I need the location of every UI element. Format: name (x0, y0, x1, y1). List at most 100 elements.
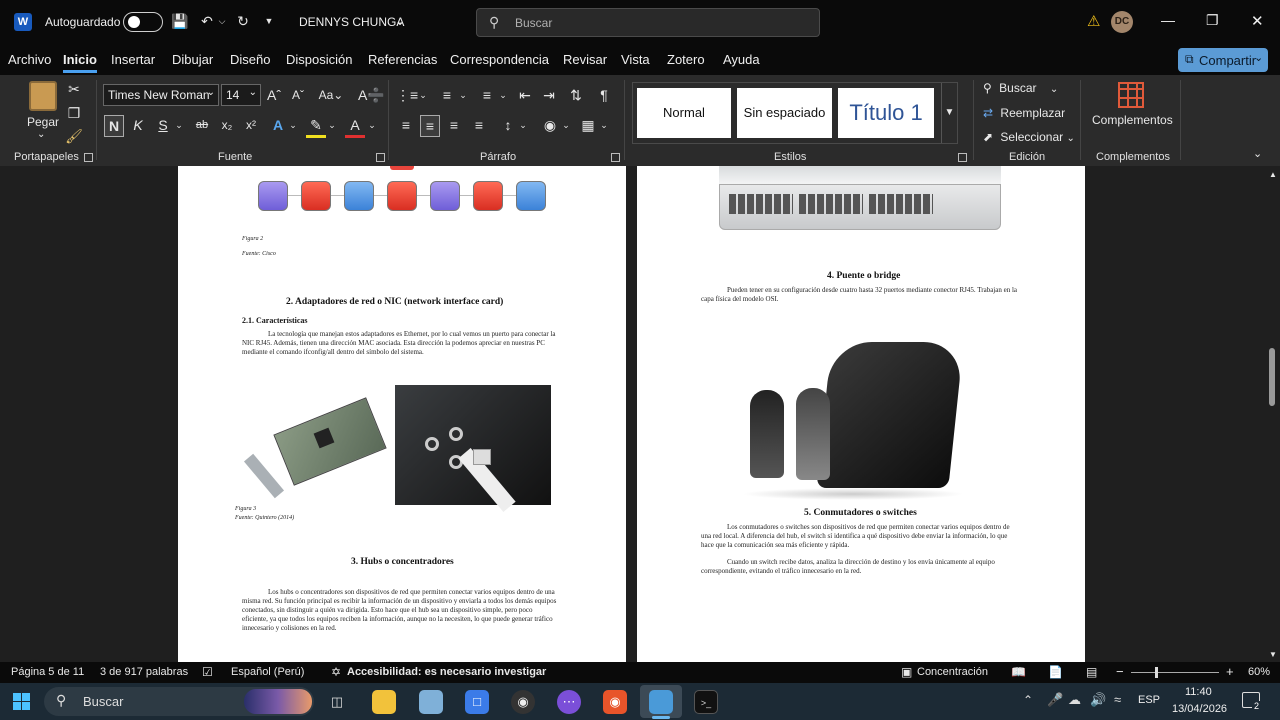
zoom-out-icon[interactable]: − (1116, 664, 1124, 679)
minimize-icon[interactable]: — (1161, 12, 1175, 28)
paste-icon[interactable] (29, 81, 57, 111)
change-case-icon[interactable]: Aa⌄ (316, 85, 346, 105)
redo-icon[interactable]: ↻ (234, 11, 252, 31)
page-indicator[interactable]: Página 5 de 11 (11, 666, 84, 678)
format-painter-icon[interactable]: 🖌 (64, 126, 84, 146)
warning-icon[interactable]: ⚠ (1087, 12, 1100, 30)
subscript-icon[interactable]: x₂ (217, 115, 237, 135)
avatar[interactable]: DC (1111, 11, 1133, 33)
text-effects-icon[interactable]: A (268, 115, 288, 135)
line-spacing-icon[interactable]: ↕ (498, 115, 518, 135)
cut-icon[interactable]: ✂ (64, 79, 84, 99)
addins-button[interactable]: Complementos (1092, 113, 1173, 127)
font-size-select[interactable]: 14 ⌄ (221, 84, 261, 106)
chevron-down-icon[interactable]: ⌄ (458, 85, 468, 105)
chevron-down-icon[interactable]: ⌄ (561, 115, 571, 135)
bold-button[interactable]: N (104, 115, 124, 137)
file-explorer-icon[interactable] (372, 690, 396, 714)
underline-button[interactable]: S (153, 115, 173, 135)
accessibility-status[interactable]: Accesibilidad: es necesario investigar (347, 666, 546, 678)
taskbar-search[interactable]: ⚲ Buscar (44, 687, 314, 716)
align-right-icon[interactable]: ≡ (444, 115, 464, 135)
word-count[interactable]: 3 de 917 palabras (100, 666, 188, 678)
clear-formatting-icon[interactable]: A➗ (358, 85, 385, 105)
paragraph-launcher-icon[interactable] (611, 153, 620, 162)
collapse-ribbon-icon[interactable]: ⌄ (1253, 147, 1262, 160)
wifi-icon[interactable]: ≈ (1114, 692, 1121, 707)
volume-icon[interactable]: 🔊 (1090, 692, 1106, 708)
windows-start-icon[interactable] (13, 693, 30, 710)
document-owner[interactable]: DENNYS CHUNGA (299, 15, 404, 29)
grow-font-icon[interactable]: Aˆ (264, 85, 284, 105)
clock-date[interactable]: 13/04/2026 (1172, 703, 1227, 715)
input-language[interactable]: ESP (1138, 694, 1160, 706)
search-box[interactable]: ⚲ Buscar (476, 8, 820, 37)
highlight-icon[interactable]: ✎ (306, 115, 326, 138)
tab-insertar[interactable]: Insertar (111, 52, 155, 67)
share-button[interactable]: ⧉ Compartir ⌄ (1178, 48, 1268, 72)
replace-button[interactable]: ⇄ Reemplazar (983, 106, 1065, 120)
undo-icon[interactable]: ↶ (198, 11, 216, 31)
tab-dibujar[interactable]: Dibujar (172, 52, 213, 67)
strikethrough-icon[interactable]: ab (191, 115, 213, 135)
chevron-down-icon[interactable]: ⌄ (327, 115, 337, 135)
zoom-in-icon[interactable]: + (1226, 664, 1234, 679)
chevron-down-icon[interactable]: ⌄ (1254, 51, 1263, 64)
chevron-down-icon[interactable]: ⌄ (395, 14, 405, 28)
shrink-font-icon[interactable]: Aˇ (288, 85, 308, 105)
scroll-down-icon[interactable]: ▼ (1269, 650, 1277, 659)
word-window-icon[interactable] (649, 690, 673, 714)
vertical-scrollbar[interactable]: ▲ ▼ (1265, 166, 1280, 662)
align-center-icon[interactable]: ≡ (420, 115, 440, 137)
align-left-icon[interactable]: ≡ (396, 115, 416, 135)
task-view-icon[interactable]: ◫ (325, 690, 349, 714)
tab-diseno[interactable]: Diseño (230, 52, 270, 67)
decrease-indent-icon[interactable]: ⇤ (515, 85, 535, 105)
font-name-select[interactable]: Times New Roman ⌄ (103, 84, 219, 106)
tab-referencias[interactable]: Referencias (368, 52, 437, 67)
autosave-toggle[interactable] (123, 12, 163, 32)
web-layout-icon[interactable]: ▤ (1086, 665, 1097, 679)
scrollbar-thumb[interactable] (1269, 348, 1275, 406)
tab-ayuda[interactable]: Ayuda (723, 52, 760, 67)
justify-icon[interactable]: ≡ (469, 115, 489, 135)
borders-icon[interactable]: ▦ (578, 115, 598, 135)
chevron-down-icon[interactable]: ⌄ (518, 115, 528, 135)
numbering-icon[interactable]: ≡ (436, 85, 458, 105)
tab-correspondencia[interactable]: Correspondencia (450, 52, 549, 67)
customize-toolbar-icon[interactable]: ▼ (262, 11, 276, 31)
todo-app-icon[interactable]: □ (465, 690, 489, 714)
chevron-down-icon[interactable]: ⌄ (367, 115, 377, 135)
close-icon[interactable]: ✕ (1251, 12, 1264, 30)
addins-icon[interactable] (1118, 82, 1144, 108)
bullets-icon[interactable]: ⋮≡ (396, 85, 418, 105)
show-hidden-icons[interactable]: ⌃ (1023, 693, 1033, 707)
find-button[interactable]: ⚲ Buscar ⌄ (983, 81, 1058, 95)
document-area[interactable]: Figura 2 Fuente: Cisco 2. Adaptadores de… (0, 166, 1265, 662)
scroll-up-icon[interactable]: ▲ (1269, 170, 1277, 179)
zoom-slider-thumb[interactable] (1155, 667, 1158, 678)
style-heading-1[interactable]: Título 1 (838, 88, 934, 138)
style-no-spacing[interactable]: Sin espaciado (737, 88, 832, 138)
chevron-down-icon[interactable]: ⌄ (498, 85, 508, 105)
chevron-down-icon[interactable]: ⌄ (37, 129, 45, 140)
terminal-icon[interactable]: >_ (694, 690, 718, 714)
paste-button[interactable]: Pegar (27, 115, 59, 129)
chevron-down-icon[interactable]: ⌄ (418, 85, 428, 105)
language-indicator[interactable]: Español (Perú) (231, 666, 304, 678)
page-left[interactable]: Figura 2 Fuente: Cisco 2. Adaptadores de… (178, 166, 626, 662)
style-normal[interactable]: Normal (637, 88, 731, 138)
chevron-down-icon[interactable]: ⌄ (174, 115, 184, 135)
tab-vista[interactable]: Vista (621, 52, 650, 67)
zoom-level[interactable]: 60% (1248, 666, 1270, 678)
tab-inicio[interactable]: Inicio (63, 52, 97, 73)
multilevel-list-icon[interactable]: ≡ (476, 85, 498, 105)
copy-icon[interactable]: ❐ (64, 103, 84, 123)
tab-revisar[interactable]: Revisar (563, 52, 607, 67)
font-launcher-icon[interactable] (376, 153, 385, 162)
page-right[interactable]: 4. Puente o bridge Pueden tener en su co… (637, 166, 1085, 662)
brave-browser-icon[interactable]: ◉ (603, 690, 627, 714)
font-color-icon[interactable]: A (345, 115, 365, 138)
tab-zotero[interactable]: Zotero (667, 52, 705, 67)
tab-archivo[interactable]: Archivo (8, 52, 51, 67)
